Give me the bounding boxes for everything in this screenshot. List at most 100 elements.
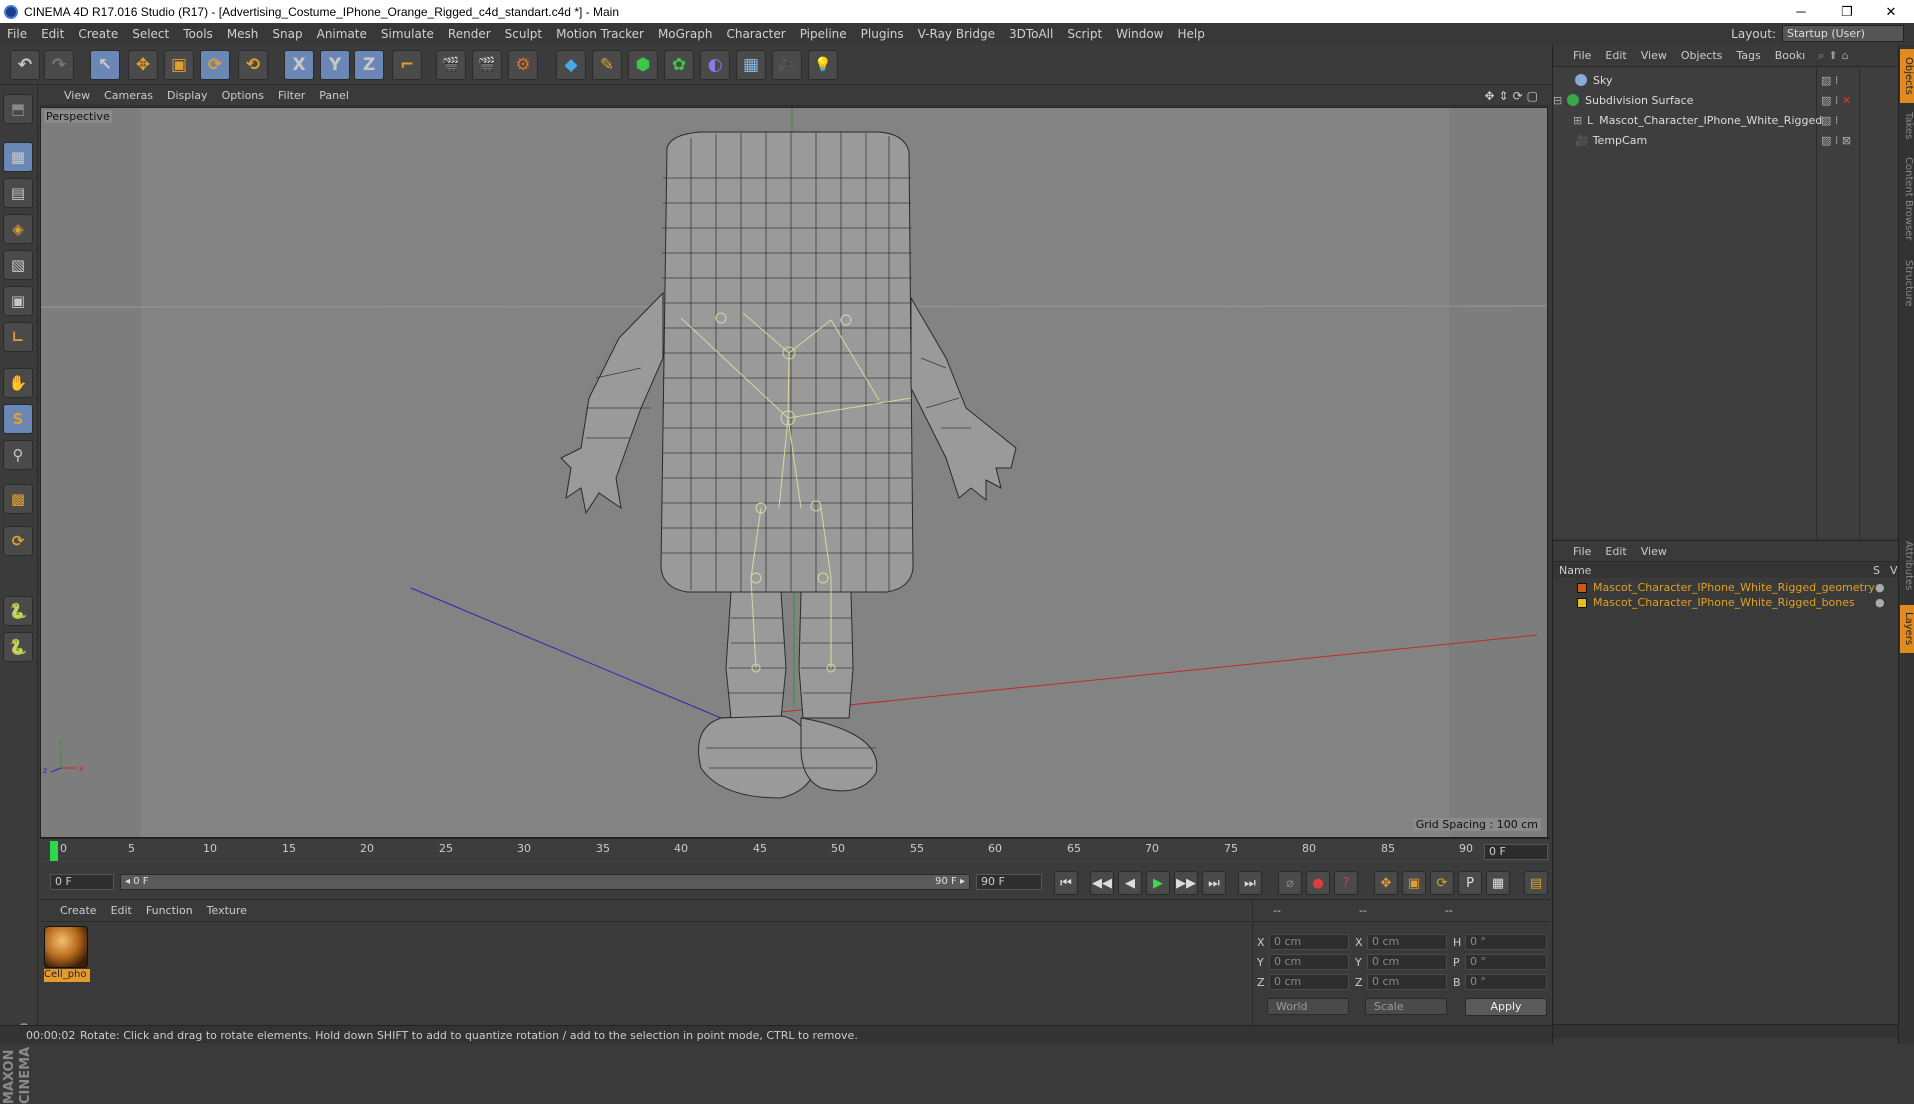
magnet-icon[interactable]: ▩ [3, 484, 33, 514]
menu-character[interactable]: Character [719, 27, 792, 41]
menu-sculpt[interactable]: Sculpt [498, 27, 549, 41]
viewport-menu-display[interactable]: Display [160, 89, 215, 102]
menu-3dtoall[interactable]: 3DToAll [1002, 27, 1060, 41]
tweak-mode-icon[interactable]: S [3, 404, 33, 434]
menu-animate[interactable]: Animate [310, 27, 374, 41]
layer-row[interactable]: Mascot_Character_IPhone_White_Rigged_geo… [1553, 580, 1899, 595]
previous-frame-icon[interactable]: ◀ [1118, 871, 1142, 895]
polygons-mode-icon[interactable]: ∟ [3, 322, 33, 352]
om-search-icons[interactable]: ⌕⬆⌂ [1818, 49, 1852, 63]
visibility-toggle-icon[interactable]: ▨ ⁞ [1821, 114, 1838, 127]
layer-toggle-icon[interactable]: ● [1875, 596, 1885, 609]
rotate-tool-icon[interactable]: ⟳ [200, 50, 230, 80]
menu-file[interactable]: File [0, 27, 34, 41]
pos-z-field[interactable]: 0 cm [1269, 974, 1349, 990]
object-row[interactable]: ⊞ L Mascot_Character_IPhone_White_Rigged… [1553, 110, 1899, 130]
coordinate-system-icon[interactable]: ⌐ [392, 50, 422, 80]
timeline-playhead[interactable] [50, 841, 58, 861]
visibility-toggle-icon[interactable]: ▨ ⁞ ✕ [1821, 94, 1851, 107]
record-keys-icon[interactable]: ⌀ [1278, 871, 1302, 895]
menu-simulate[interactable]: Simulate [374, 27, 441, 41]
model-mode-icon[interactable]: ▦ [3, 142, 33, 172]
expand-icon[interactable]: ⊞ [1573, 114, 1583, 127]
material-menu-create[interactable]: Create [40, 904, 104, 917]
size-z-field[interactable]: 0 cm [1367, 974, 1447, 990]
live-selection-icon[interactable]: ⟲ [238, 50, 268, 80]
menu-select[interactable]: Select [125, 27, 176, 41]
autokey-icon[interactable]: ● [1306, 871, 1330, 895]
goto-end-icon[interactable]: ⏭ [1238, 871, 1262, 895]
pos-y-field[interactable]: 0 cm [1269, 954, 1349, 970]
axis-mode-icon[interactable]: ✋ [3, 368, 33, 398]
visibility-toggle-icon[interactable]: ▨ ⁞ ⊠ [1821, 134, 1851, 147]
y-axis-lock-button[interactable]: Y [320, 50, 350, 80]
key-position-icon[interactable]: ✥ [1374, 871, 1398, 895]
end-frame-field[interactable]: 90 F [976, 874, 1042, 890]
layer-color-swatch[interactable] [1577, 582, 1587, 593]
viewport-menu-view[interactable]: View [40, 89, 97, 102]
menu-edit[interactable]: Edit [34, 27, 71, 41]
menu-create[interactable]: Create [71, 27, 125, 41]
make-editable-icon[interactable]: ⬒ [3, 94, 33, 124]
size-mode-dropdown[interactable]: Scale [1365, 998, 1447, 1015]
render-settings-icon[interactable]: ⚙ [508, 50, 538, 80]
next-key-icon[interactable]: ⏭ [1202, 871, 1226, 895]
key-scale-icon[interactable]: ▣ [1402, 871, 1426, 895]
om-menu-tags[interactable]: Tags [1729, 49, 1767, 62]
points-mode-icon[interactable]: ▧ [3, 250, 33, 280]
select-tool-icon[interactable]: ↖ [90, 50, 120, 80]
light-icon[interactable]: 💡 [808, 50, 838, 80]
object-row[interactable]: Sky ▨ ⁞ [1553, 70, 1899, 90]
rot-h-field[interactable]: 0 ° [1465, 934, 1547, 950]
tab-content-browser[interactable]: Content Browser [1900, 149, 1914, 249]
menu-vray-bridge[interactable]: V-Ray Bridge [911, 27, 1002, 41]
undo-icon[interactable]: ↶ [10, 50, 40, 80]
om-menu-file[interactable]: File [1553, 49, 1598, 62]
layer-horizontal-scrollbar[interactable] [1553, 1024, 1899, 1038]
next-frame-icon[interactable]: ▶▶ [1174, 871, 1198, 895]
pos-x-field[interactable]: 0 cm [1269, 934, 1349, 950]
expand-icon[interactable]: ⊟ [1553, 94, 1563, 107]
previous-key-icon[interactable]: ◀◀ [1090, 871, 1114, 895]
edges-mode-icon[interactable]: ▣ [3, 286, 33, 316]
deformer-icon[interactable]: ◐ [700, 50, 730, 80]
move-tool-icon[interactable]: ✥ [128, 50, 158, 80]
viewport-menu-options[interactable]: Options [215, 89, 271, 102]
keyframe-help-icon[interactable]: ? [1334, 871, 1358, 895]
goto-start-icon[interactable]: ⏮ [1054, 871, 1078, 895]
tab-objects[interactable]: Objects [1900, 49, 1914, 103]
om-menu-bookmarks[interactable]: Bookı [1768, 49, 1812, 62]
material-menu-edit[interactable]: Edit [104, 904, 139, 917]
key-parameter-icon[interactable]: P [1458, 871, 1482, 895]
menu-tools[interactable]: Tools [176, 27, 220, 41]
menu-script[interactable]: Script [1060, 27, 1109, 41]
menu-mesh[interactable]: Mesh [220, 27, 266, 41]
size-x-field[interactable]: 0 cm [1367, 934, 1447, 950]
timeline-ruler[interactable]: 0 5 10 15 20 25 30 35 40 45 50 55 60 65 … [40, 838, 1550, 863]
menu-help[interactable]: Help [1170, 27, 1211, 41]
tab-layers[interactable]: Layers [1900, 605, 1914, 653]
viewport-nav-icons[interactable]: ✥⇕⟳▢ [1484, 89, 1542, 103]
pen-spline-icon[interactable]: ✎ [592, 50, 622, 80]
timeline-window-icon[interactable]: ▤ [1524, 871, 1548, 895]
layout-dropdown[interactable]: Startup (User) [1782, 25, 1904, 42]
object-row[interactable]: ⊟ Subdivision Surface ▨ ⁞ ✕ [1553, 90, 1899, 110]
python-script-icon[interactable]: 🐍 [3, 596, 33, 626]
tab-structure[interactable]: Structure [1900, 253, 1914, 313]
om-menu-edit[interactable]: Edit [1598, 49, 1633, 62]
menu-motion-tracker[interactable]: Motion Tracker [549, 27, 651, 41]
size-y-field[interactable]: 0 cm [1367, 954, 1447, 970]
workplane-mode-icon[interactable]: ◈ [3, 214, 33, 244]
render-view-icon[interactable]: 🎬 [436, 50, 466, 80]
rot-p-field[interactable]: 0 ° [1465, 954, 1547, 970]
key-pla-icon[interactable]: ▦ [1486, 871, 1510, 895]
array-icon[interactable]: ✿ [664, 50, 694, 80]
camera-icon[interactable]: 🎥 [772, 50, 802, 80]
apply-button[interactable]: Apply [1465, 998, 1547, 1016]
minimize-button[interactable]: ─ [1778, 0, 1824, 23]
menu-snap[interactable]: Snap [265, 27, 309, 41]
scale-tool-icon[interactable]: ▣ [164, 50, 194, 80]
subdivision-surface-icon[interactable]: ⬢ [628, 50, 658, 80]
coordinate-space-dropdown[interactable]: World [1267, 998, 1349, 1015]
z-axis-lock-button[interactable]: Z [354, 50, 384, 80]
